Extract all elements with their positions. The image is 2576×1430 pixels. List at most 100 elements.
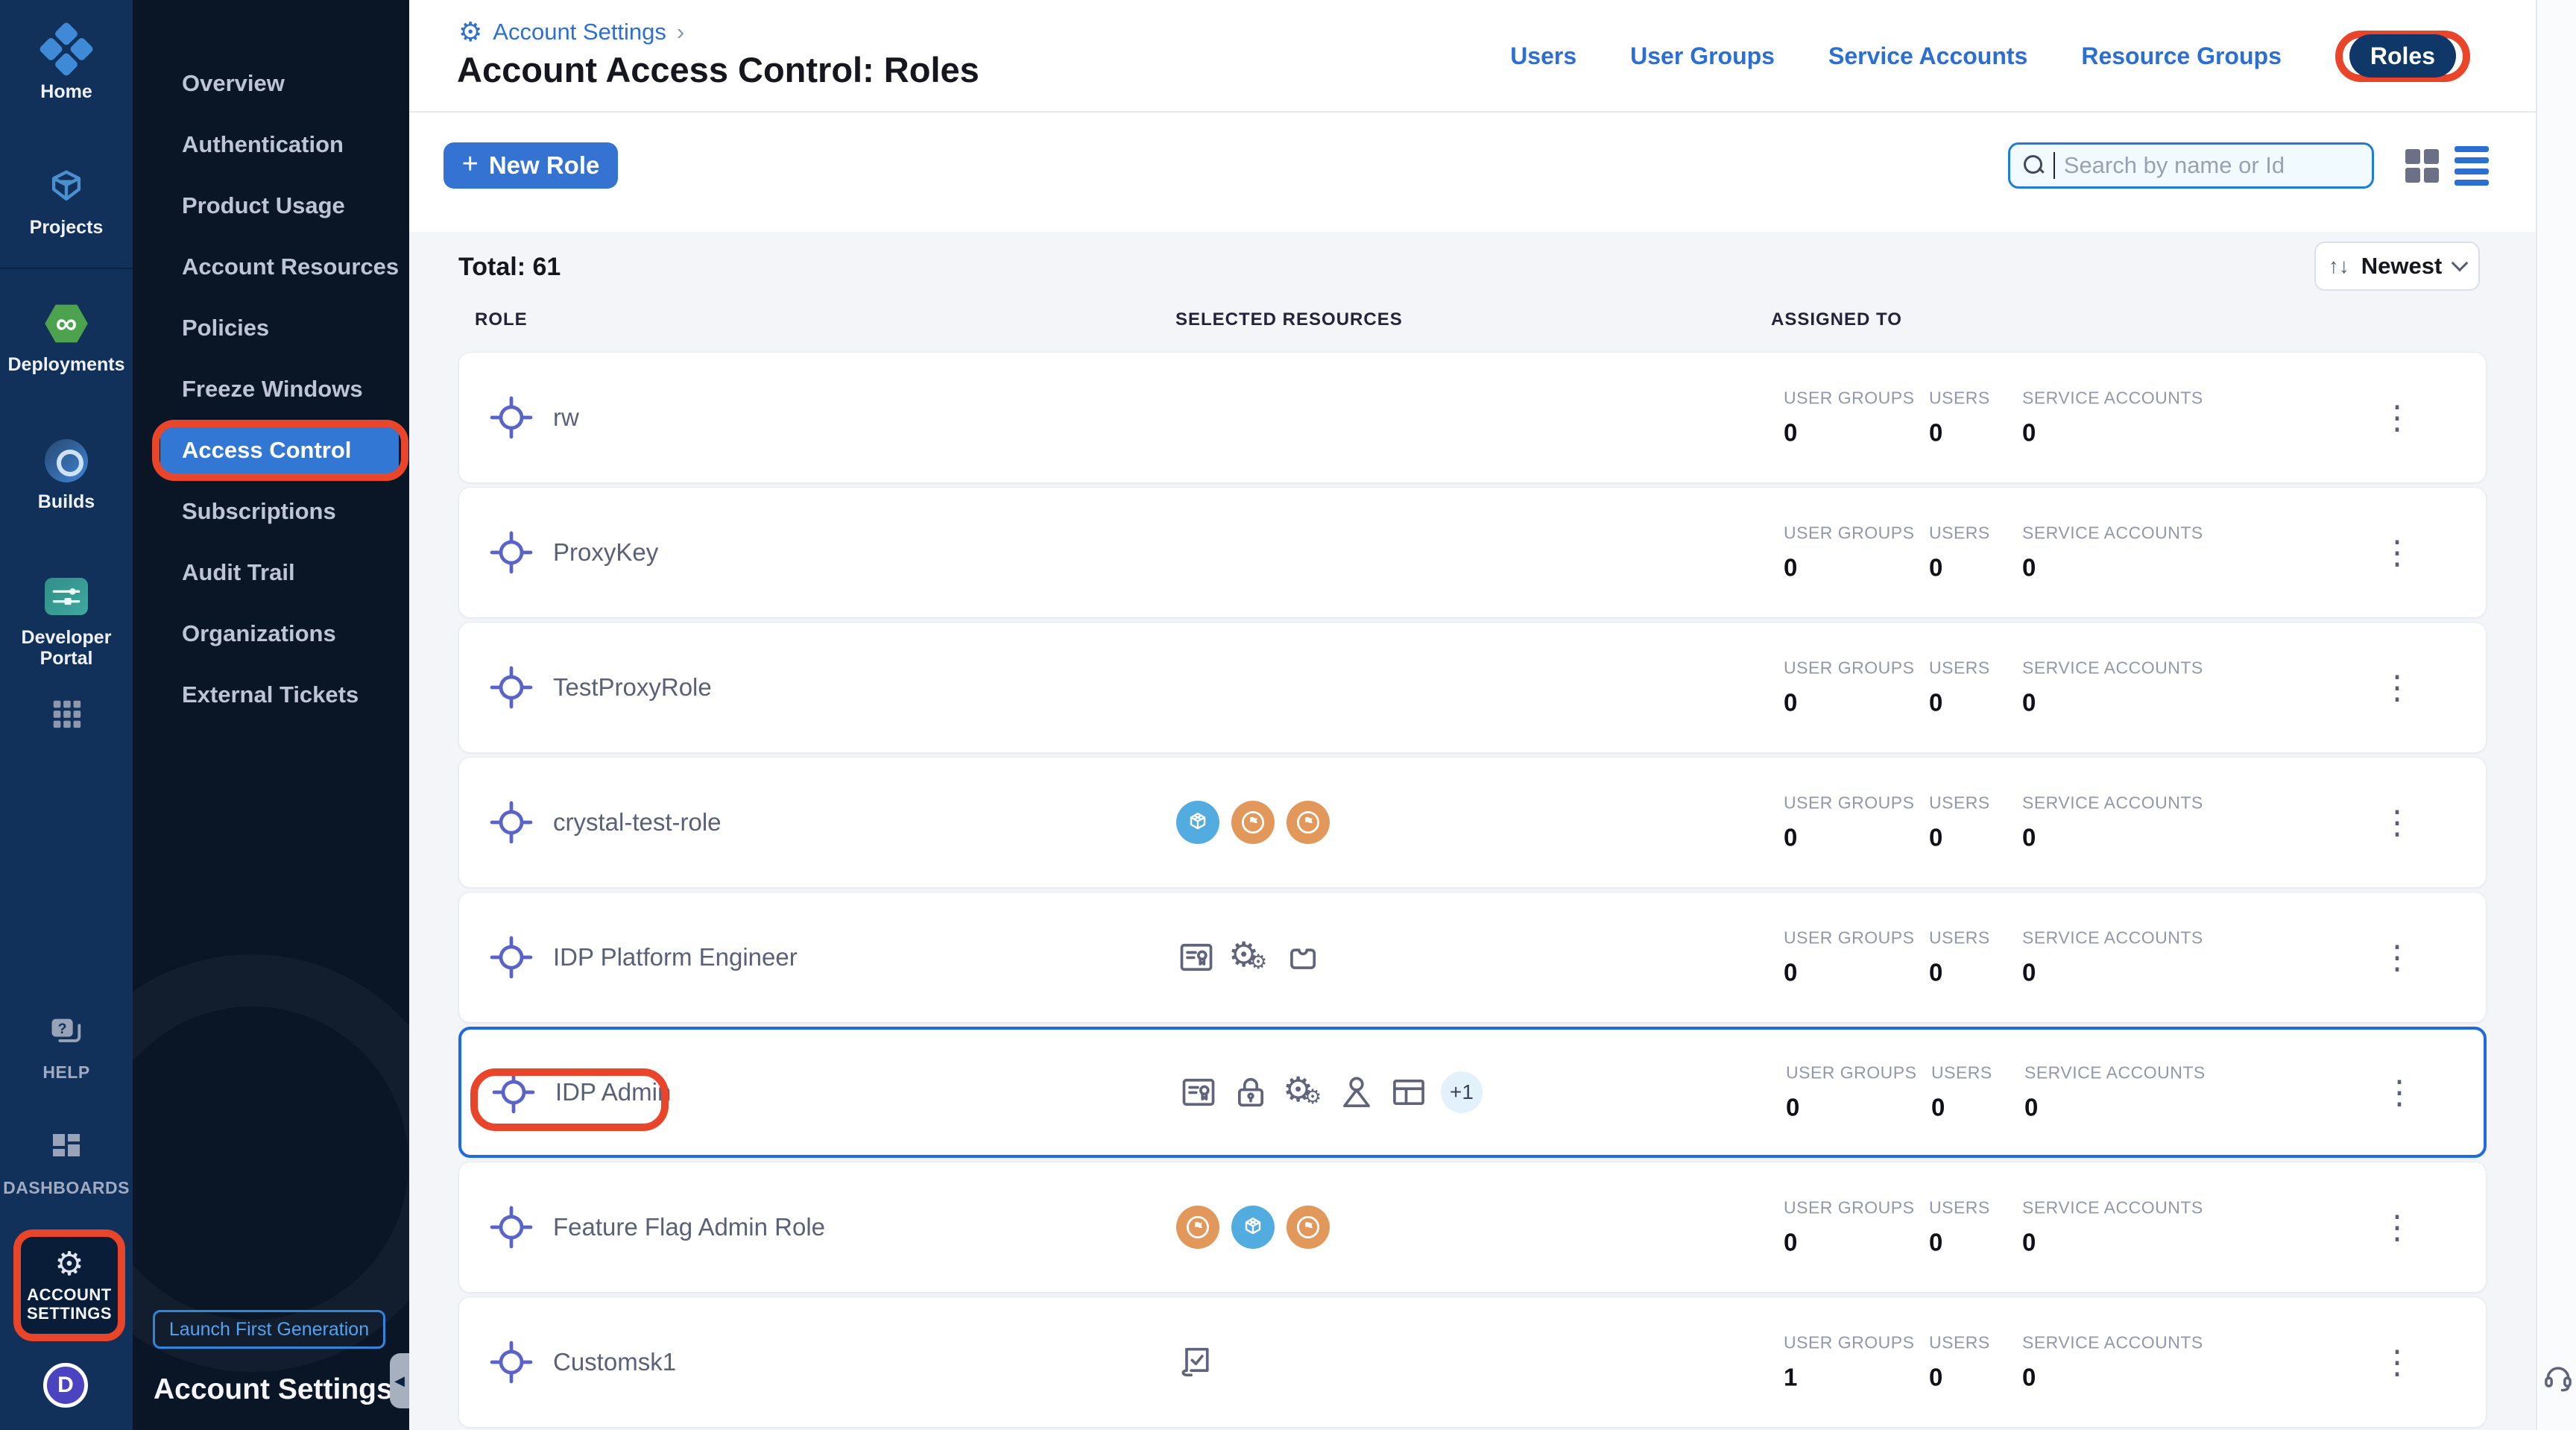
sidebar-item-label: Account Resources xyxy=(182,253,399,280)
user-groups-count: 1 xyxy=(1784,1364,1929,1392)
sidebar-item-organizations[interactable]: Organizations xyxy=(133,603,409,664)
rail-item-help[interactable]: ? HELP xyxy=(0,1008,133,1082)
certificate-icon xyxy=(1178,1072,1219,1112)
row-menu-kebab-icon[interactable]: ⋮ xyxy=(2378,526,2416,579)
annotation-roles-ring: Roles xyxy=(2335,31,2470,82)
row-menu-kebab-icon[interactable]: ⋮ xyxy=(2381,1066,2418,1118)
column-role: ROLE xyxy=(475,309,528,330)
sidebar-item-audit-trail[interactable]: Audit Trail xyxy=(133,542,409,603)
projects-icon xyxy=(42,163,90,210)
assigned-to: USER GROUPS0 USERS0 SERVICE ACCOUNTS0 xyxy=(1786,1063,2206,1122)
tab-resource-groups[interactable]: Resource Groups xyxy=(2081,42,2282,70)
role-row-feature-flag-admin-role[interactable]: Feature Flag Admin Role USER GROUPS0 USE… xyxy=(458,1162,2487,1293)
rail-item-projects[interactable]: Projects xyxy=(0,163,133,239)
role-cell: crystal-test-role xyxy=(489,800,722,845)
sidebar-item-authentication[interactable]: Authentication xyxy=(133,114,409,175)
breadcrumb-link[interactable]: Account Settings xyxy=(493,19,666,45)
user-groups-label: USER GROUPS xyxy=(1784,658,1929,678)
users-label: USERS xyxy=(1929,388,2011,409)
support-icon[interactable] xyxy=(2542,1361,2575,1393)
sort-dropdown[interactable]: ↑↓ Newest xyxy=(2314,242,2480,291)
tab-roles[interactable]: Roles xyxy=(2349,34,2456,78)
breadcrumb[interactable]: ⚙ Account Settings › xyxy=(458,16,684,48)
list-view-toggle[interactable] xyxy=(2453,147,2490,184)
deployments-icon: ∞ xyxy=(42,300,90,347)
users-count: 0 xyxy=(1929,689,2011,717)
rail-item-deployments[interactable]: ∞ Deployments xyxy=(0,300,133,376)
sidebar-collapse-handle[interactable]: ◀ xyxy=(390,1353,409,1408)
role-row-idp-platform-engineer[interactable]: IDP Platform Engineer ⚙⚙ USER GROUPS0 US… xyxy=(458,892,2487,1023)
tab-users[interactable]: Users xyxy=(1510,42,1576,70)
role-row-crystal-test-role[interactable]: crystal-test-role USER GROUPS0 USERS0 SE… xyxy=(458,757,2487,888)
rail-item-developer-portal[interactable]: Developer Portal xyxy=(0,573,133,669)
selected-resources: ⚙⚙+1 xyxy=(1178,1071,1483,1113)
role-row-customsk1[interactable]: Customsk1 USER GROUPS1 USERS0 SERVICE AC… xyxy=(458,1297,2487,1428)
role-row-idp-admin[interactable]: IDP Admin ⚙⚙+1 USER GROUPS0 USERS0 SERVI… xyxy=(458,1027,2487,1158)
home-icon xyxy=(42,27,90,75)
selected-resources xyxy=(1176,801,1330,844)
service-accounts-label: SERVICE ACCOUNTS xyxy=(2022,1198,2203,1218)
sidebar-item-freeze-windows[interactable]: Freeze Windows xyxy=(133,359,409,420)
assigned-to: USER GROUPS0 USERS0 SERVICE ACCOUNTS0 xyxy=(1784,928,2203,987)
rail-item-account-settings[interactable]: ⚙ ACCOUNT SETTINGS xyxy=(13,1229,125,1341)
user-groups-label: USER GROUPS xyxy=(1784,1198,1929,1218)
avatar[interactable]: D xyxy=(43,1363,88,1408)
role-crosshair-icon xyxy=(489,935,534,980)
sidebar-item-subscriptions[interactable]: Subscriptions xyxy=(133,481,409,542)
row-menu-kebab-icon[interactable]: ⋮ xyxy=(2378,931,2416,983)
tab-service-accounts[interactable]: Service Accounts xyxy=(1828,42,2027,70)
grid-view-icon xyxy=(2405,149,2439,183)
modules-grid-icon xyxy=(42,690,90,737)
row-menu-kebab-icon[interactable]: ⋮ xyxy=(2378,391,2416,444)
rail-item-home[interactable]: Home xyxy=(0,27,133,103)
sidebar-item-access-control[interactable]: Access Control xyxy=(133,420,409,481)
role-row-proxykey[interactable]: ProxyKey USER GROUPS0 USERS0 SERVICE ACC… xyxy=(458,487,2487,618)
sidebar-item-policies[interactable]: Policies xyxy=(133,297,409,359)
sidebar-item-external-tickets[interactable]: External Tickets xyxy=(133,664,409,725)
sidebar-item-account-resources[interactable]: Account Resources xyxy=(133,236,409,297)
user-groups-label: USER GROUPS xyxy=(1784,1333,1929,1353)
users-label: USERS xyxy=(1929,1198,2011,1218)
sidebar-item-label: External Tickets xyxy=(182,681,359,708)
rail-home-label: Home xyxy=(40,82,92,103)
role-name: Customsk1 xyxy=(553,1348,676,1376)
search-input[interactable] xyxy=(2064,152,2358,179)
sidebar-item-product-usage[interactable]: Product Usage xyxy=(133,175,409,236)
service-accounts-count: 0 xyxy=(2022,824,2203,852)
rail-item-builds[interactable]: Builds xyxy=(0,437,133,513)
sidebar-watermark xyxy=(133,954,409,1372)
list-view-icon xyxy=(2455,146,2489,186)
layout-icon xyxy=(1389,1072,1429,1112)
rail-item-modules[interactable] xyxy=(0,690,133,737)
rail-projects-label: Projects xyxy=(30,218,104,239)
role-row-rw[interactable]: rw USER GROUPS0 USERS0 SERVICE ACCOUNTS0… xyxy=(458,352,2487,483)
settings-sidebar: OverviewAuthenticationProduct Usage Accou… xyxy=(133,0,409,1430)
user-groups-count: 0 xyxy=(1784,824,1929,852)
role-cell: Feature Flag Admin Role xyxy=(489,1205,825,1250)
plugin-icon xyxy=(1282,937,1322,977)
chevron-down-icon xyxy=(2452,255,2469,272)
user-groups-label: USER GROUPS xyxy=(1784,793,1929,813)
assigned-to: USER GROUPS0 USERS0 SERVICE ACCOUNTS0 xyxy=(1784,523,2203,582)
launch-first-generation-button[interactable]: Launch First Generation xyxy=(153,1310,385,1349)
service-accounts-count: 0 xyxy=(2022,554,2203,582)
certificate-icon xyxy=(1176,937,1216,977)
rail-separator xyxy=(0,268,133,269)
role-row-testproxyrole[interactable]: TestProxyRole USER GROUPS0 USERS0 SERVIC… xyxy=(458,622,2487,753)
service-accounts-label: SERVICE ACCOUNTS xyxy=(2022,793,2203,813)
role-name: rw xyxy=(553,403,579,432)
new-role-button[interactable]: + New Role xyxy=(443,142,618,189)
selected-resources xyxy=(1176,1342,1216,1382)
users-count: 0 xyxy=(1929,824,2011,852)
row-menu-kebab-icon[interactable]: ⋮ xyxy=(2378,796,2416,848)
tab-user-groups[interactable]: User Groups xyxy=(1630,42,1775,70)
sidebar-item-overview[interactable]: Overview xyxy=(133,53,409,114)
row-menu-kebab-icon[interactable]: ⋮ xyxy=(2378,1201,2416,1253)
role-name: IDP Admin xyxy=(555,1078,671,1106)
row-menu-kebab-icon[interactable]: ⋮ xyxy=(2378,1336,2416,1388)
selected-resources xyxy=(1176,1206,1330,1249)
new-role-label: New Role xyxy=(489,151,600,180)
grid-view-toggle[interactable] xyxy=(2403,147,2440,184)
rail-item-dashboards[interactable]: DASHBOARDS xyxy=(0,1124,133,1197)
row-menu-kebab-icon[interactable]: ⋮ xyxy=(2378,661,2416,714)
